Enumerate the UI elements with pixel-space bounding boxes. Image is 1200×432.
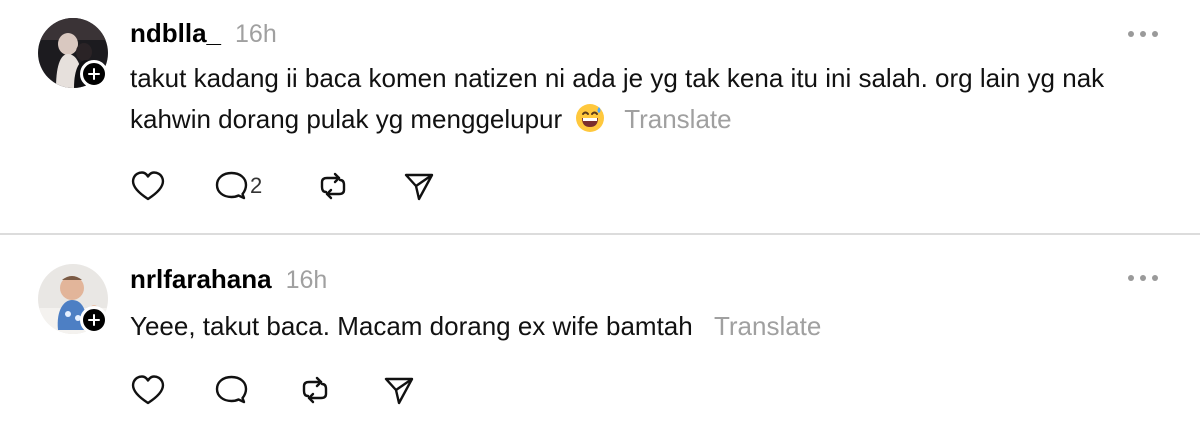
follow-plus-button[interactable]	[80, 306, 108, 334]
share-button[interactable]	[382, 374, 416, 406]
timestamp: 16h	[235, 20, 277, 48]
repost-button[interactable]	[298, 374, 382, 406]
like-button[interactable]	[130, 170, 214, 202]
post-header: ndblla_ 16h	[130, 18, 277, 49]
more-icon	[1128, 31, 1134, 37]
post-divider	[0, 233, 1200, 235]
post-text-block: Yeee, takut baca. Macam dorang ex wife b…	[130, 306, 1160, 347]
avatar-container	[38, 264, 108, 334]
post-text: takut kadang ii baca komen natizen ni ad…	[130, 63, 1105, 134]
thread-post: ndblla_ 16h takut kadang ii baca komen n…	[0, 0, 1200, 234]
username[interactable]: nrlfarahana	[130, 264, 272, 295]
avatar-container	[38, 18, 108, 88]
post-text-block: takut kadang ii baca komen natizen ni ad…	[130, 58, 1160, 145]
share-button[interactable]	[402, 170, 436, 202]
grinning-sweat-emoji	[575, 103, 605, 145]
plus-icon	[88, 68, 100, 80]
more-options-button[interactable]	[1128, 28, 1158, 40]
post-header: nrlfarahana 16h	[130, 264, 327, 295]
thread-post: nrlfarahana 16h Yeee, takut baca. Macam …	[0, 236, 1200, 432]
heart-icon	[131, 375, 165, 405]
post-text: Yeee, takut baca. Macam dorang ex wife b…	[130, 311, 693, 341]
reply-count: 2	[250, 173, 263, 198]
timestamp: 16h	[285, 266, 328, 294]
repost-icon	[320, 172, 346, 200]
translate-link[interactable]: Translate	[714, 311, 821, 341]
repost-icon	[302, 376, 328, 404]
plus-icon	[88, 314, 100, 326]
translate-link[interactable]: Translate	[624, 104, 731, 134]
reply-button[interactable]	[214, 374, 298, 406]
more-icon	[1128, 275, 1134, 281]
follow-plus-button[interactable]	[80, 60, 108, 88]
repost-button[interactable]	[316, 170, 402, 202]
reply-button[interactable]: 2	[214, 170, 316, 202]
more-options-button[interactable]	[1128, 272, 1158, 284]
heart-icon	[131, 171, 165, 201]
username[interactable]: ndblla_	[130, 18, 221, 49]
share-icon	[404, 173, 434, 201]
comment-icon	[215, 171, 248, 200]
comment-icon	[215, 375, 248, 404]
action-bar	[130, 370, 416, 410]
action-bar: 2	[130, 166, 436, 206]
share-icon	[384, 377, 414, 405]
like-button[interactable]	[130, 374, 214, 406]
